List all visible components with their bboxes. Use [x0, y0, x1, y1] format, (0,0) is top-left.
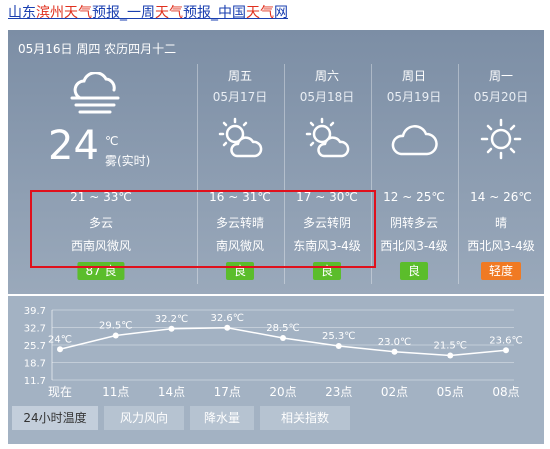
temperature-point — [57, 346, 63, 353]
data-label: 24℃ — [48, 334, 72, 345]
page-title-link[interactable]: 山东滨州天气预报_一周天气预报_中国天气网 — [8, 2, 288, 22]
hourly-temperature-chart: 39.7 32.7 25.7 18.7 11.7 24℃ 现在 29.5℃ 11点 32.2℃ 14… — [24, 306, 523, 399]
forecast-day-4: 周一 05月20日 14 ~ 26℃ 晴 西北风3-4级 轻度 — [458, 30, 544, 294]
temperature-point — [447, 352, 454, 359]
x-tick-label: 23点 — [325, 385, 352, 399]
highlight-annotation-box — [30, 190, 376, 268]
data-label: 28.5℃ — [266, 323, 300, 334]
tab-wind[interactable]: 风力风向 — [104, 406, 184, 430]
temperature-point — [280, 335, 286, 341]
y-tick-label: 39.7 — [24, 306, 46, 317]
tab-indices[interactable]: 相关指数 — [260, 406, 350, 430]
data-label: 25.3℃ — [322, 331, 356, 342]
x-tick-label: 08点 — [492, 385, 519, 399]
day-date: 05月20日 — [473, 90, 529, 104]
data-label: 23.6℃ — [489, 335, 523, 346]
day-temp-range: 12 ~ 25℃ — [383, 190, 445, 204]
x-tick-label: 02点 — [381, 385, 408, 399]
day-condition: 晴 — [494, 216, 507, 230]
day-name: 周五 — [227, 69, 252, 83]
temperature-point — [168, 325, 175, 332]
x-tick-label: 17点 — [214, 385, 241, 399]
day-date: 05月17日 — [212, 90, 268, 104]
forecast-day-3: 周日 05月19日 12 ~ 25℃ 阴转多云 西北风3-4级 良 — [371, 30, 457, 294]
sun-icon — [480, 118, 522, 160]
day-aqi-badge: 良 — [399, 262, 429, 280]
title-segment[interactable]: 天气 — [155, 5, 183, 21]
cloud-icon — [391, 125, 438, 156]
day-wind: 西北风3-4级 — [380, 239, 448, 253]
y-tick-label: 25.7 — [24, 341, 46, 352]
x-tick-label: 05点 — [437, 385, 464, 399]
temperature-point — [112, 332, 119, 339]
x-tick-label: 11点 — [102, 385, 129, 399]
data-label: 29.5℃ — [99, 321, 133, 332]
tab-precipitation[interactable]: 降水量 — [190, 406, 254, 430]
day-date: 05月18日 — [299, 90, 355, 104]
day-aqi-badge: 轻度 — [480, 262, 522, 280]
data-label: 32.6℃ — [211, 313, 245, 324]
temperature-point — [391, 348, 398, 355]
title-segment[interactable]: 预报_中国 — [183, 5, 246, 21]
temperature-point — [224, 324, 231, 331]
y-tick-label: 32.7 — [24, 324, 46, 335]
tab-24h-temperature[interactable]: 24小时温度 — [12, 406, 98, 430]
day-date: 05月19日 — [386, 90, 442, 104]
day-name: 周日 — [401, 69, 426, 83]
x-tick-label: 14点 — [158, 385, 185, 399]
y-tick-label: 18.7 — [24, 359, 46, 370]
title-segment[interactable]: 天气 — [246, 5, 274, 21]
y-tick-label: 11.7 — [24, 376, 46, 387]
weather-panel: 05月16日 周四 农历四月十二 24 ℃ 雾(实时) 21 ~ 33℃ 多云 … — [8, 30, 544, 294]
x-tick-label: 20点 — [269, 385, 296, 399]
temperature-point — [335, 343, 342, 349]
partly-cloudy-icon — [305, 117, 350, 158]
title-segment[interactable]: 滨州天气 — [36, 5, 92, 21]
title-segment[interactable]: 预报_一周 — [92, 5, 155, 21]
day-condition: 阴转多云 — [389, 216, 438, 230]
title-segment[interactable]: 山东 — [8, 5, 36, 21]
data-label: 23.0℃ — [378, 337, 412, 348]
day-temp-range: 14 ~ 26℃ — [470, 190, 532, 204]
x-tick-label: 现在 — [48, 385, 72, 399]
data-label: 32.2℃ — [155, 314, 189, 325]
day-name: 周六 — [314, 69, 339, 83]
data-label: 21.5℃ — [434, 341, 468, 352]
temperature-point — [503, 347, 509, 354]
title-segment[interactable]: 网 — [274, 5, 288, 21]
day-name: 周一 — [488, 69, 513, 83]
partly-cloudy-icon — [218, 117, 263, 158]
day-wind: 西北风3-4级 — [467, 239, 535, 253]
